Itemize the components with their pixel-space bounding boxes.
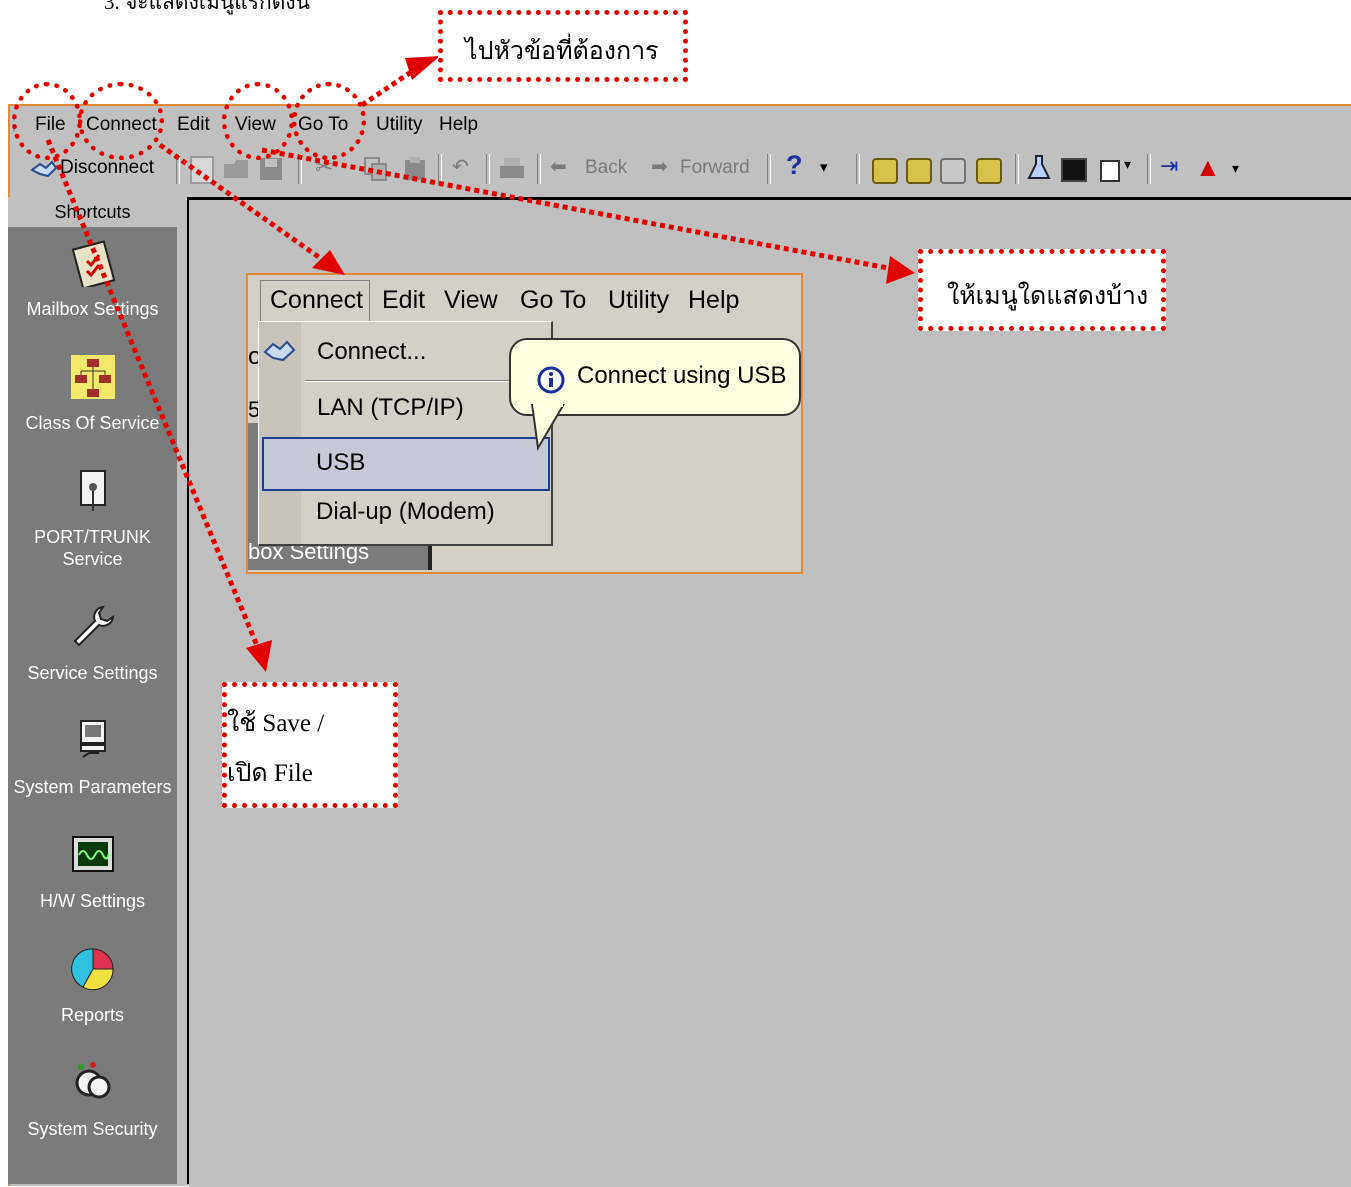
file-callout: ใช้ Save / เปิด File [222,682,398,808]
file-menu-highlight [12,82,82,160]
goto-menu-highlight [292,82,366,160]
connect-menu-highlight [78,82,164,160]
goto-callout: ไปหัวข้อที่ต้องการ [438,10,688,82]
file-callout-line2: เปิด File [227,760,313,787]
goto-callout-text: ไปหัวข้อที่ต้องการ [465,38,659,65]
file-callout-line1: ใช้ Save / [227,710,325,737]
view-callout: ให้เมนูใดแสดงบ้าง [918,249,1166,331]
view-menu-highlight [222,82,294,160]
view-callout-text: ให้เมนูใดแสดงบ้าง [947,283,1149,310]
annotation-arrows [45,56,915,672]
